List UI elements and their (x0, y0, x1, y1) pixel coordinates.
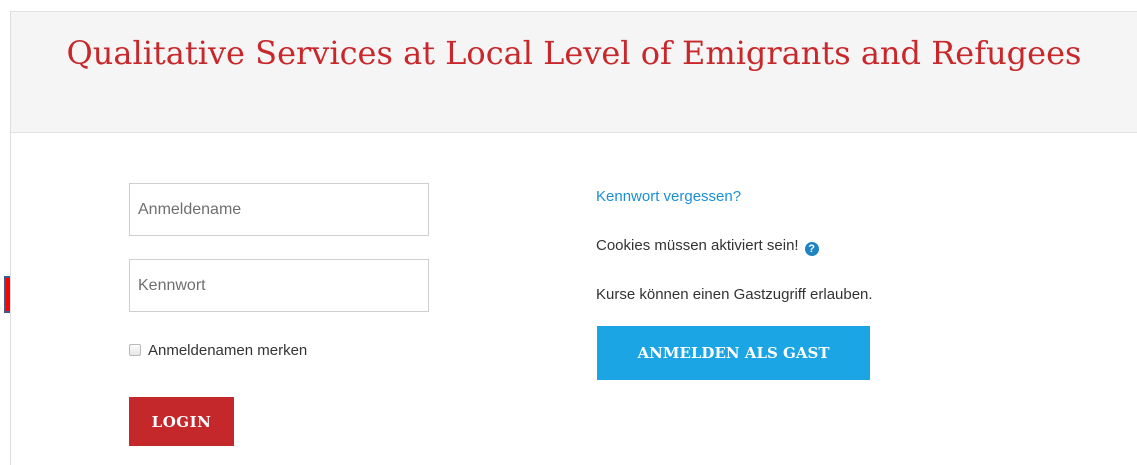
help-icon[interactable]: ? (804, 242, 819, 256)
remember-username-label: Anmeldenamen merken (148, 341, 308, 359)
login-button[interactable]: LOGIN (129, 397, 234, 446)
guest-login-button[interactable]: ANMELDEN ALS GAST (597, 326, 870, 380)
forgot-password-link[interactable]: Kennwort vergessen? (596, 188, 741, 205)
remember-username[interactable]: Anmeldenamen merken (129, 340, 307, 360)
cookies-notice: Cookies müssen aktiviert sein!? (596, 237, 819, 256)
password-input[interactable] (129, 259, 429, 312)
page-title: Qualitative Services at Local Level of E… (66, 34, 1082, 72)
remember-username-checkbox[interactable] (129, 344, 141, 356)
username-input[interactable] (129, 183, 429, 236)
cookies-notice-text: Cookies müssen aktiviert sein! (596, 237, 799, 254)
page-header: Qualitative Services at Local Level of E… (11, 12, 1137, 133)
guest-access-notice: Kurse können einen Gastzugriff erlauben. (596, 286, 873, 303)
